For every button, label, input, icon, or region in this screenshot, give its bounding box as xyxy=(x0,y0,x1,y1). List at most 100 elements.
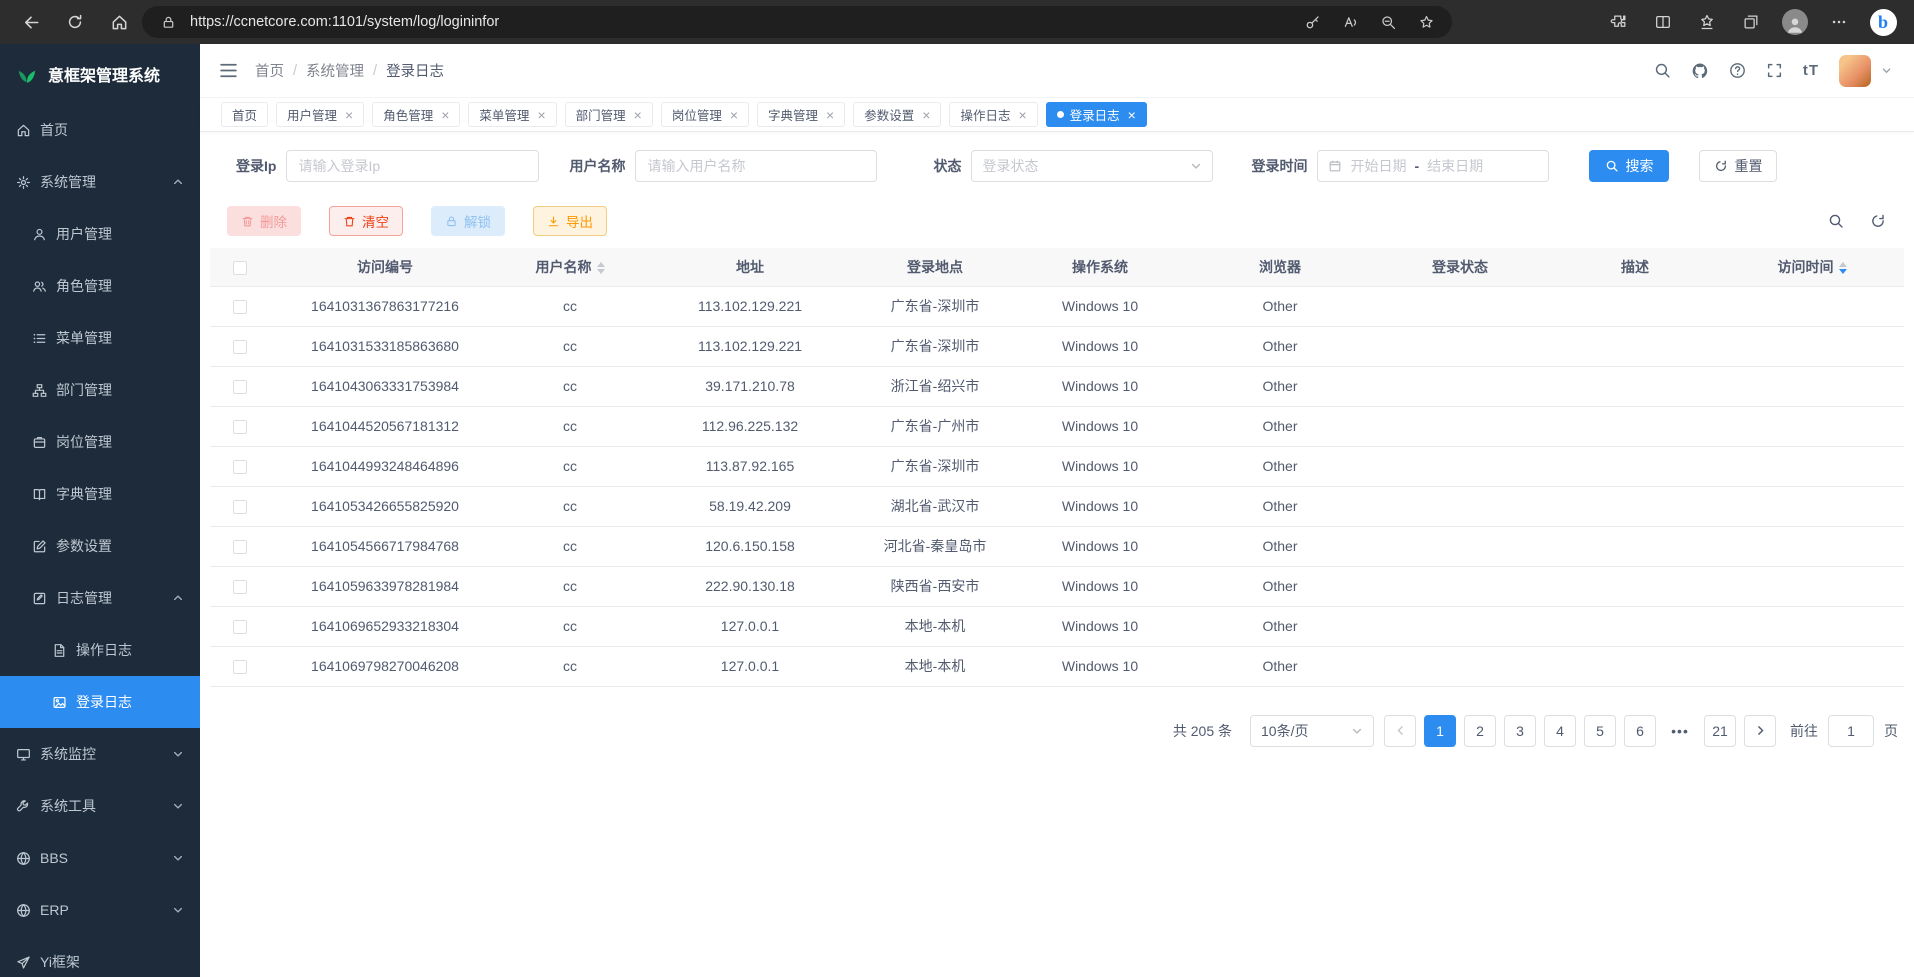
help-icon[interactable] xyxy=(1729,62,1746,79)
extensions-icon[interactable] xyxy=(1598,5,1640,39)
sidebar-item-oplog[interactable]: 操作日志 xyxy=(0,624,200,676)
sidebar-item-yi[interactable]: Yi框架 xyxy=(0,936,200,977)
fullscreen-icon[interactable] xyxy=(1766,62,1783,79)
col-user-name[interactable]: 用户名称 xyxy=(500,248,640,286)
sort-carets-icon[interactable] xyxy=(597,262,605,274)
tab-item[interactable]: 岗位管理× xyxy=(661,102,749,127)
reset-button[interactable]: 重置 xyxy=(1699,150,1777,182)
row-checkbox[interactable] xyxy=(233,340,247,354)
tab-close-icon[interactable]: × xyxy=(922,108,930,122)
app-logo[interactable]: 意框架管理系统 xyxy=(0,44,200,104)
tab-close-icon[interactable]: × xyxy=(441,108,449,122)
collapse-menu-icon[interactable] xyxy=(218,60,239,81)
row-checkbox[interactable] xyxy=(233,500,247,514)
clear-button[interactable]: 清空 xyxy=(329,206,403,236)
site-info-icon[interactable] xyxy=(156,10,180,34)
row-checkbox[interactable] xyxy=(233,540,247,554)
sidebar-item-tools[interactable]: 系统工具 xyxy=(0,780,200,832)
col-description[interactable]: 描述 xyxy=(1550,248,1720,286)
tab-item[interactable]: 首页 xyxy=(221,102,268,127)
page-ellipsis[interactable]: ••• xyxy=(1664,715,1696,747)
favorites-bar-icon[interactable] xyxy=(1686,5,1728,39)
github-icon[interactable] xyxy=(1691,62,1709,80)
font-size-icon[interactable]: tT xyxy=(1803,62,1819,79)
unlock-button[interactable]: 解锁 xyxy=(431,206,505,236)
sort-carets-icon[interactable] xyxy=(1839,262,1847,274)
tab-close-icon[interactable]: × xyxy=(537,108,545,122)
select-all-checkbox[interactable] xyxy=(233,261,247,275)
col-login-location[interactable]: 登录地点 xyxy=(860,248,1010,286)
sidebar-item-monitor[interactable]: 系统监控 xyxy=(0,728,200,780)
tab-close-icon[interactable]: × xyxy=(1128,108,1136,122)
collections-icon[interactable] xyxy=(1730,5,1772,39)
tab-close-icon[interactable]: × xyxy=(1018,108,1026,122)
page-button-4[interactable]: 4 xyxy=(1544,715,1576,747)
col-browser[interactable]: 浏览器 xyxy=(1190,248,1370,286)
tab-item[interactable]: 登录日志× xyxy=(1046,102,1147,127)
back-icon[interactable] xyxy=(10,5,52,39)
table-refresh-icon[interactable] xyxy=(1870,213,1886,229)
zoom-out-icon[interactable] xyxy=(1376,10,1400,34)
sidebar-item-dict[interactable]: 字典管理 xyxy=(0,468,200,520)
breadcrumb-item[interactable]: 首页 xyxy=(255,60,284,81)
user-avatar[interactable] xyxy=(1839,55,1871,87)
tab-item[interactable]: 部门管理× xyxy=(565,102,653,127)
page-button-2[interactable]: 2 xyxy=(1464,715,1496,747)
sidebar-item-log[interactable]: 日志管理 xyxy=(0,572,200,624)
tab-item[interactable]: 角色管理× xyxy=(372,102,460,127)
row-checkbox[interactable] xyxy=(233,580,247,594)
tab-item[interactable]: 菜单管理× xyxy=(468,102,556,127)
sidebar-item-bbs[interactable]: BBS xyxy=(0,832,200,884)
tab-close-icon[interactable]: × xyxy=(345,108,353,122)
tab-close-icon[interactable]: × xyxy=(634,108,642,122)
tab-item[interactable]: 用户管理× xyxy=(276,102,364,127)
table-search-icon[interactable] xyxy=(1828,213,1844,229)
status-select[interactable]: 登录状态 xyxy=(971,150,1213,182)
col-os[interactable]: 操作系统 xyxy=(1010,248,1190,286)
split-screen-icon[interactable] xyxy=(1642,5,1684,39)
page-button-5[interactable]: 5 xyxy=(1584,715,1616,747)
search-button[interactable]: 搜索 xyxy=(1589,150,1669,182)
avatar-caret-icon[interactable] xyxy=(1881,65,1892,76)
user-name-input[interactable] xyxy=(635,150,877,182)
browser-settings-icon[interactable] xyxy=(1818,5,1860,39)
tab-item[interactable]: 参数设置× xyxy=(853,102,941,127)
row-checkbox[interactable] xyxy=(233,300,247,314)
tab-item[interactable]: 操作日志× xyxy=(949,102,1037,127)
col-address[interactable]: 地址 xyxy=(640,248,860,286)
sidebar-item-user[interactable]: 用户管理 xyxy=(0,208,200,260)
col-access-id[interactable]: 访问编号 xyxy=(270,248,500,286)
page-button-21[interactable]: 21 xyxy=(1704,715,1736,747)
browser-profile-icon[interactable] xyxy=(1774,5,1816,39)
login-ip-input[interactable] xyxy=(286,150,539,182)
sidebar-item-dept[interactable]: 部门管理 xyxy=(0,364,200,416)
favorite-star-icon[interactable] xyxy=(1414,10,1438,34)
sidebar-item-menu[interactable]: 菜单管理 xyxy=(0,312,200,364)
breadcrumb-item[interactable]: 系统管理 xyxy=(306,60,364,81)
prev-page-button[interactable] xyxy=(1384,715,1416,747)
sidebar-item-erp[interactable]: ERP xyxy=(0,884,200,936)
delete-button[interactable]: 删除 xyxy=(227,206,301,236)
next-page-button[interactable] xyxy=(1744,715,1776,747)
password-key-icon[interactable] xyxy=(1300,10,1324,34)
sidebar-item-system[interactable]: 系统管理 xyxy=(0,156,200,208)
col-access-time[interactable]: 访问时间 xyxy=(1720,248,1904,286)
tab-close-icon[interactable]: × xyxy=(730,108,738,122)
page-button-1[interactable]: 1 xyxy=(1424,715,1456,747)
sidebar-item-loginlog[interactable]: 登录日志 xyxy=(0,676,200,728)
tab-close-icon[interactable]: × xyxy=(826,108,834,122)
row-checkbox[interactable] xyxy=(233,420,247,434)
search-icon[interactable] xyxy=(1654,62,1671,79)
goto-page-input[interactable] xyxy=(1828,715,1874,747)
bing-icon[interactable]: b xyxy=(1862,5,1904,39)
sidebar-item-param[interactable]: 参数设置 xyxy=(0,520,200,572)
export-button[interactable]: 导出 xyxy=(533,206,607,236)
read-aloud-icon[interactable] xyxy=(1338,10,1362,34)
row-checkbox[interactable] xyxy=(233,620,247,634)
sidebar-item-role[interactable]: 角色管理 xyxy=(0,260,200,312)
refresh-icon[interactable] xyxy=(54,5,96,39)
page-button-6[interactable]: 6 xyxy=(1624,715,1656,747)
col-login-status[interactable]: 登录状态 xyxy=(1370,248,1550,286)
row-checkbox[interactable] xyxy=(233,380,247,394)
sidebar-item-home[interactable]: 首页 xyxy=(0,104,200,156)
